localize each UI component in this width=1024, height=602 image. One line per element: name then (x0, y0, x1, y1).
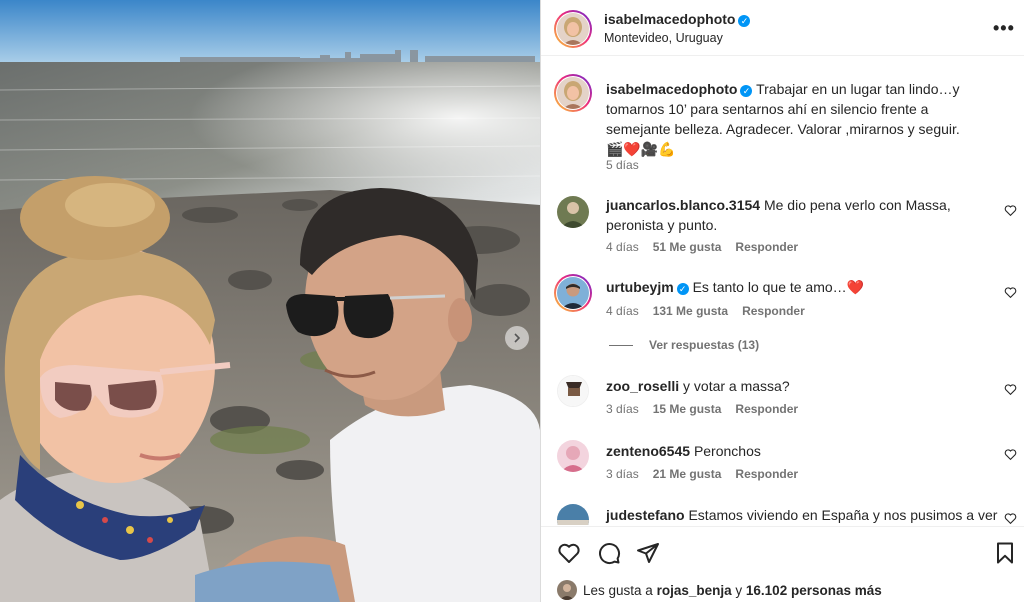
save-icon[interactable] (993, 541, 1017, 565)
comment-item: judestefano Estamos viviendo en España y… (541, 504, 1024, 525)
more-options-icon[interactable]: ••• (993, 18, 1015, 39)
comment-body: y votar a massa? (683, 378, 790, 394)
comment-username[interactable]: juancarlos.blanco.3154 (606, 197, 760, 213)
comment-text: judestefano Estamos viviendo en España y… (606, 505, 997, 525)
photo-illustration (0, 0, 540, 602)
comment-body: Es tanto lo que te amo… (692, 279, 847, 295)
comment-like-icon[interactable] (1004, 286, 1017, 299)
liker-avatar[interactable] (557, 580, 577, 600)
action-bar (541, 526, 1024, 576)
comment-username[interactable]: urtubeyjm (606, 279, 674, 295)
likes-count[interactable]: 16.102 personas más (746, 583, 882, 598)
commenter-avatar[interactable] (557, 196, 589, 228)
comment-item: urtubeyjm ✓ Es tanto lo que te amo…❤️ 4 d… (541, 274, 1024, 374)
comment-meta: 3 días 15 Me gusta Responder (606, 402, 812, 416)
likes-summary: Les gusta a rojas_benja y 16.102 persona… (541, 576, 1024, 602)
comment-time: 3 días (606, 467, 639, 481)
comment-body: Peronchos (693, 443, 761, 459)
comment-text: zoo_roselli y votar a massa? (606, 376, 991, 396)
comment-likes[interactable]: 131 Me gusta (653, 304, 728, 318)
author-username[interactable]: isabelmacedophoto (604, 11, 735, 27)
comment-text: urtubeyjm ✓ Es tanto lo que te amo…❤️ (606, 277, 991, 297)
comment-icon[interactable] (597, 541, 621, 565)
heart-emoji: ❤️ (846, 279, 865, 295)
chevron-right-icon (514, 333, 521, 343)
comment-time: 4 días (606, 240, 639, 254)
comment-meta: 4 días 51 Me gusta Responder (606, 240, 812, 254)
likes-text: Les gusta a rojas_benja y 16.102 persona… (583, 583, 882, 598)
commenter-avatar-image (557, 277, 589, 309)
comment-like-icon[interactable] (1004, 448, 1017, 461)
like-icon[interactable] (557, 541, 581, 565)
replies-divider (609, 345, 633, 347)
caption-avatar[interactable] (554, 74, 592, 112)
commenter-avatar-image (557, 504, 589, 525)
comment-text: juancarlos.blanco.3154 Me dio pena verlo… (606, 195, 991, 235)
comment-likes[interactable]: 21 Me gusta (653, 467, 722, 481)
comment-username[interactable]: zoo_roselli (606, 378, 679, 394)
likes-prefix: Les gusta a (583, 583, 653, 598)
caption-text: isabelmacedophoto ✓ Trabajar en un lugar … (606, 79, 991, 159)
reply-button[interactable]: Responder (735, 240, 798, 254)
view-replies-label: Ver respuestas (13) (649, 338, 760, 352)
view-replies-button[interactable]: Ver respuestas (13) (609, 338, 759, 352)
reply-button[interactable]: Responder (735, 402, 798, 416)
verified-badge-icon: ✓ (740, 85, 753, 97)
verified-badge-icon: ✓ (738, 15, 751, 27)
commenter-avatar[interactable] (557, 375, 589, 407)
likes-user[interactable]: rojas_benja (657, 583, 732, 598)
commenter-avatar-image (557, 440, 589, 472)
comment-item: zenteno6545 Peronchos 3 días 21 Me gusta R… (541, 440, 1024, 502)
caption-avatar-image (557, 77, 589, 109)
comment-meta: 4 días 131 Me gusta Responder (606, 304, 819, 318)
commenter-avatar-image (557, 196, 589, 228)
commenter-avatar[interactable] (554, 274, 592, 312)
commenter-avatar-image (558, 376, 588, 406)
comment-item: zoo_roselli y votar a massa? 3 días 15 Me… (541, 375, 1024, 437)
share-icon[interactable] (636, 541, 660, 565)
comment-like-icon[interactable] (1004, 204, 1017, 217)
comment-username[interactable]: zenteno6545 (606, 443, 690, 459)
comments-list[interactable]: isabelmacedophoto ✓ Trabajar en un lugar … (541, 57, 1024, 525)
reply-button[interactable]: Responder (735, 467, 798, 481)
comment-like-icon[interactable] (1004, 512, 1017, 525)
caption-emojis: 🎬❤️🎥💪 (606, 141, 676, 157)
post-photo[interactable] (0, 0, 540, 602)
comment-time: 4 días (606, 304, 639, 318)
post-location[interactable]: Montevideo, Uruguay (604, 31, 723, 45)
likes-middle: y (735, 583, 743, 598)
commenter-avatar[interactable] (557, 504, 589, 525)
comment-like-icon[interactable] (1004, 383, 1017, 396)
post-header: isabelmacedophoto ✓ Montevideo, Uruguay •… (541, 0, 1024, 56)
commenter-avatar[interactable] (557, 440, 589, 472)
comment-text: zenteno6545 Peronchos (606, 441, 991, 461)
caption-block: isabelmacedophoto ✓ Trabajar en un lugar … (541, 74, 1024, 194)
author-avatar-image (557, 13, 589, 45)
comment-item: juancarlos.blanco.3154 Me dio pena verlo… (541, 194, 1024, 260)
comment-username[interactable]: judestefano (606, 507, 685, 523)
caption-username[interactable]: isabelmacedophoto (606, 81, 737, 97)
carousel-next-button[interactable] (505, 326, 529, 350)
comment-likes[interactable]: 51 Me gusta (653, 240, 722, 254)
caption-time: 5 días (606, 158, 639, 172)
author-avatar[interactable] (554, 10, 592, 48)
author-username-row: isabelmacedophoto ✓ (604, 11, 751, 27)
comment-body: Estamos viviendo en España y nos pusimos… (688, 507, 998, 523)
reply-button[interactable]: Responder (742, 304, 805, 318)
liker-avatar-image (557, 580, 577, 600)
post-side-panel: isabelmacedophoto ✓ Montevideo, Uruguay •… (540, 0, 1024, 602)
comment-likes[interactable]: 15 Me gusta (653, 402, 722, 416)
comment-time: 3 días (606, 402, 639, 416)
comment-meta: 3 días 21 Me gusta Responder (606, 467, 812, 481)
verified-badge-icon: ✓ (676, 283, 689, 295)
